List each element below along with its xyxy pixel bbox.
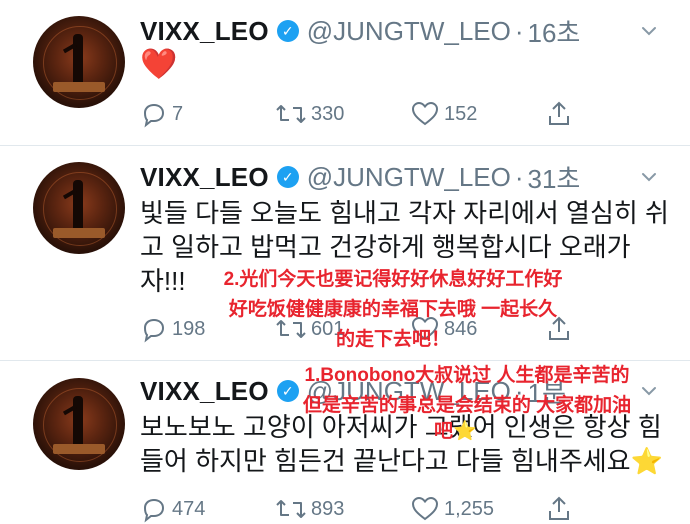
user-handle[interactable]: @JUNGTW_LEO <box>307 16 511 47</box>
reply-count: 198 <box>172 317 206 340</box>
reply-count: 474 <box>172 497 206 520</box>
verified-badge-icon: ✓ <box>276 20 299 42</box>
star-emoji: ⭐ <box>453 421 477 442</box>
like-count: 1,255 <box>444 497 495 520</box>
tweet-text-line: 빛들 다들 오늘도 힘내고 각자 자리에서 열심히 쉬 <box>140 198 669 228</box>
translation-note-line: 的走下去吧！ <box>335 329 450 350</box>
reply-button[interactable]: 198 <box>140 314 205 344</box>
share-icon <box>549 496 569 520</box>
tweet-header: VIXX_LEO ✓ @JUNGTW_LEO · 16초 <box>140 13 580 49</box>
translation-note-1: 1.Bonobono大叔说过 人生都是辛苦的 但是辛苦的事总是会结束的 大家都加… <box>282 364 652 444</box>
reply-count: 7 <box>172 102 184 125</box>
reply-button[interactable]: 474 <box>140 494 205 524</box>
tweet-1[interactable]: VIXX_LEO ✓ @JUNGTW_LEO · 16초 ❤️ 7 330 15… <box>0 0 690 145</box>
tweet-text: ❤️ <box>140 48 178 81</box>
display-name[interactable]: VIXX_LEO <box>140 376 269 407</box>
retweet-button[interactable]: 893 <box>275 494 344 524</box>
translation-note-line: 1.Bonobono大叔说过 人生都是辛苦的 <box>304 365 630 386</box>
translation-note-line: 但是辛苦的事总是会结束的 大家都加油 <box>302 395 632 416</box>
like-icon <box>411 496 439 521</box>
share-button[interactable] <box>545 494 577 524</box>
reply-icon <box>143 103 165 128</box>
star-emoji: ⭐ <box>630 446 663 476</box>
retweet-icon <box>276 500 306 518</box>
timestamp[interactable]: 31초 <box>528 159 581 196</box>
translation-note-line: 好吃饭健健康康的幸福下去哦 一起长久 <box>228 299 558 320</box>
user-handle[interactable]: @JUNGTW_LEO <box>307 162 511 193</box>
reply-icon <box>143 318 165 343</box>
timestamp[interactable]: 16초 <box>528 13 581 50</box>
separator-dot: · <box>514 15 524 46</box>
like-button[interactable]: 152 <box>410 99 477 129</box>
tweet-header: VIXX_LEO ✓ @JUNGTW_LEO · 31초 <box>140 159 580 195</box>
chevron-down-icon[interactable] <box>640 168 658 186</box>
avatar[interactable] <box>33 16 125 108</box>
like-button[interactable]: 1,255 <box>410 494 494 524</box>
avatar[interactable] <box>33 378 125 470</box>
display-name[interactable]: VIXX_LEO <box>140 16 269 47</box>
retweet-count: 893 <box>311 497 345 520</box>
tweet-text-line: 들어 하지만 힘든건 끝난다고 다들 힘내주세요⭐ <box>140 446 663 476</box>
like-icon <box>411 101 439 126</box>
reply-button[interactable]: 7 <box>140 99 183 129</box>
separator-dot: · <box>514 161 524 192</box>
like-count: 152 <box>444 102 478 125</box>
translation-note-line: 吧⭐ <box>434 421 477 442</box>
retweet-icon <box>276 105 306 123</box>
translation-note-line: 2.光们今天也要记得好好休息好好工作好 <box>223 269 563 290</box>
share-button[interactable] <box>545 99 577 129</box>
tweet-text-line: 고 일하고 밥먹고 건강하게 행복합시다 오래가 <box>140 232 631 262</box>
tweet-actions: 474 893 1,255 <box>140 494 580 524</box>
share-icon <box>549 101 569 125</box>
reply-icon <box>143 498 165 523</box>
avatar[interactable] <box>33 162 125 254</box>
tweet-actions: 7 330 152 <box>140 99 580 129</box>
retweet-button[interactable]: 330 <box>275 99 344 129</box>
chevron-down-icon[interactable] <box>640 22 658 40</box>
retweet-count: 330 <box>311 102 345 125</box>
translation-note-2: 2.光们今天也要记得好好休息好好工作好 好吃饭健健康康的幸福下去哦 一起长久 的… <box>208 268 578 352</box>
display-name[interactable]: VIXX_LEO <box>140 162 269 193</box>
verified-badge-icon: ✓ <box>276 166 299 188</box>
